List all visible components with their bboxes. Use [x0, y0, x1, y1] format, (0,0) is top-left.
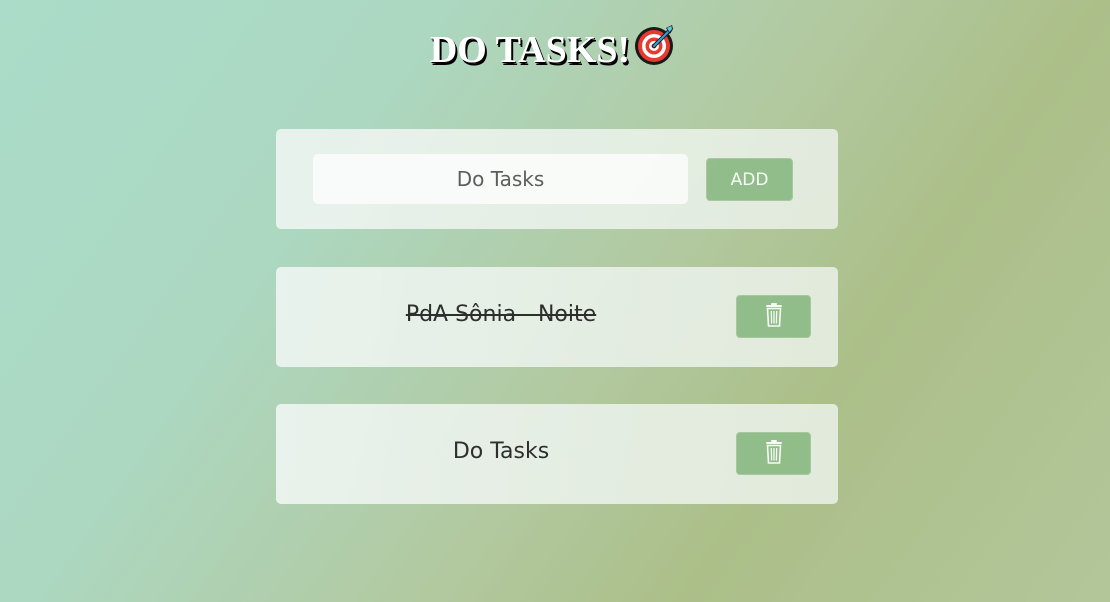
task-input[interactable] — [313, 154, 688, 204]
delete-button[interactable] — [736, 432, 811, 475]
page-title-text: DO TASKS! — [429, 29, 631, 71]
add-button[interactable]: ADD — [706, 158, 793, 201]
page-title: DO TASKS! — [0, 20, 1110, 74]
target-icon — [632, 20, 680, 68]
task-item: PdA Sônia - Noite — [276, 267, 838, 367]
trash-icon — [765, 303, 783, 330]
task-label[interactable]: PdA Sônia - Noite — [276, 267, 726, 367]
delete-button[interactable] — [736, 295, 811, 338]
trash-icon — [765, 440, 783, 467]
task-label[interactable]: Do Tasks — [276, 404, 726, 504]
task-item: Do Tasks — [276, 404, 838, 504]
add-task-card: ADD — [276, 129, 838, 229]
